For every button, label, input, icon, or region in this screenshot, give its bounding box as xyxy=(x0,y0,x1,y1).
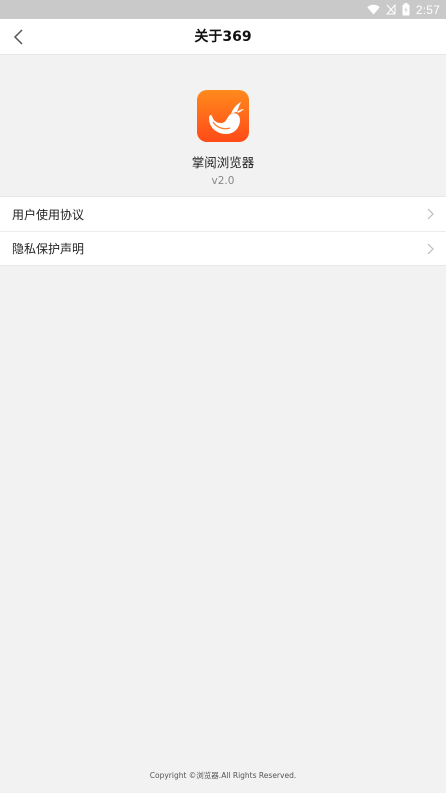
status-bar: 2:57 xyxy=(0,0,446,19)
status-time: 2:57 xyxy=(415,2,440,17)
page-title: 关于369 xyxy=(194,29,252,45)
app-name: 掌阅浏览器 xyxy=(191,155,255,170)
user-agreement-item[interactable]: 用户使用协议 xyxy=(0,197,446,231)
battery-icon xyxy=(402,3,410,16)
list-item-label: 隐私保护声明 xyxy=(12,242,85,256)
list-item-label: 用户使用协议 xyxy=(12,207,85,222)
chevron-right-icon xyxy=(427,208,434,220)
privacy-statement-item[interactable]: 隐私保护声明 xyxy=(0,231,446,265)
signal-off-icon xyxy=(385,4,396,15)
app-info: 掌阅浏览器 v2.0 xyxy=(0,90,446,187)
chevron-left-icon xyxy=(12,28,24,46)
wifi-icon xyxy=(367,4,380,15)
app-version: v2.0 xyxy=(211,175,235,187)
back-button[interactable] xyxy=(4,23,32,51)
settings-list: 用户使用协议 隐私保护声明 xyxy=(0,196,446,266)
chevron-right-icon xyxy=(427,243,434,255)
copyright-text: Copyright ©浏览器.All Rights Reserved. xyxy=(149,771,297,780)
nav-bar: 关于369 xyxy=(0,19,446,55)
whale-logo-icon xyxy=(197,90,249,142)
